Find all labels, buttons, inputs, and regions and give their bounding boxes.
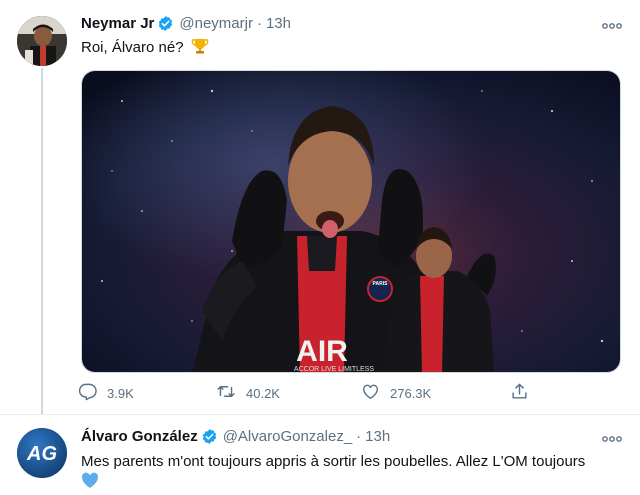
sponsor-sub-text: ACCOR LIVE LIMITLESS: [294, 366, 374, 373]
more-options-icon[interactable]: [602, 429, 622, 445]
heart-icon: [361, 382, 390, 404]
sponsor-text: AIR: [296, 335, 348, 368]
tweet-alvaro[interactable]: AG Álvaro González @AlvaroGonzalez_ · 13…: [0, 415, 640, 493]
retweet-button[interactable]: 40.2K: [216, 382, 280, 404]
timestamp[interactable]: 13h: [266, 15, 291, 32]
avatar-neymar[interactable]: [17, 16, 67, 66]
blue-heart-emoji: [81, 472, 99, 495]
separator-dot: ·: [256, 15, 262, 32]
tweet-text-content: Mes parents m'ont toujours appris à sort…: [81, 453, 586, 470]
thread-connector-line: [41, 68, 43, 420]
tweet-text: Roi, Álvaro né?: [81, 37, 209, 61]
share-icon: [510, 382, 539, 404]
tweet-header: Álvaro González @AlvaroGonzalez_ · 13h: [81, 428, 390, 445]
avatar-alvaro[interactable]: AG: [17, 428, 67, 478]
more-options-icon[interactable]: [602, 16, 622, 32]
reply-button[interactable]: 3.9K: [78, 382, 134, 404]
tweet-neymar[interactable]: Neymar Jr @neymarjr · 13h Roi, Álvaro né…: [0, 0, 640, 420]
author-name[interactable]: Álvaro González: [81, 428, 198, 445]
author-handle[interactable]: @AlvaroGonzalez_: [223, 428, 352, 445]
tweet-text: Mes parents m'ont toujours appris à sort…: [81, 452, 631, 495]
retweet-icon: [216, 382, 246, 404]
tweet-media-image[interactable]: AIR PARIS ACCOR LIVE LIMITLESS: [81, 70, 621, 373]
reply-icon: [78, 382, 107, 404]
tweet-actions-bar: 3.9K 40.2K 276.3K: [78, 382, 538, 408]
verified-badge-icon: [157, 15, 174, 32]
share-button[interactable]: [510, 382, 539, 404]
tweet-header: Neymar Jr @neymarjr · 13h: [81, 15, 291, 32]
separator-dot: ·: [356, 428, 362, 445]
trophy-emoji: [191, 37, 209, 61]
author-handle[interactable]: @neymarjr: [179, 15, 253, 32]
like-button[interactable]: 276.3K: [361, 382, 431, 404]
tweet-text-content: Roi, Álvaro né?: [81, 39, 184, 56]
retweet-count: 40.2K: [246, 385, 280, 401]
crest-text: PARIS: [373, 281, 389, 287]
verified-badge-icon: [201, 428, 218, 445]
reply-count: 3.9K: [107, 385, 134, 401]
author-name[interactable]: Neymar Jr: [81, 15, 154, 32]
timestamp[interactable]: 13h: [365, 428, 390, 445]
avatar-initials: AG: [26, 443, 57, 465]
like-count: 276.3K: [390, 385, 432, 401]
